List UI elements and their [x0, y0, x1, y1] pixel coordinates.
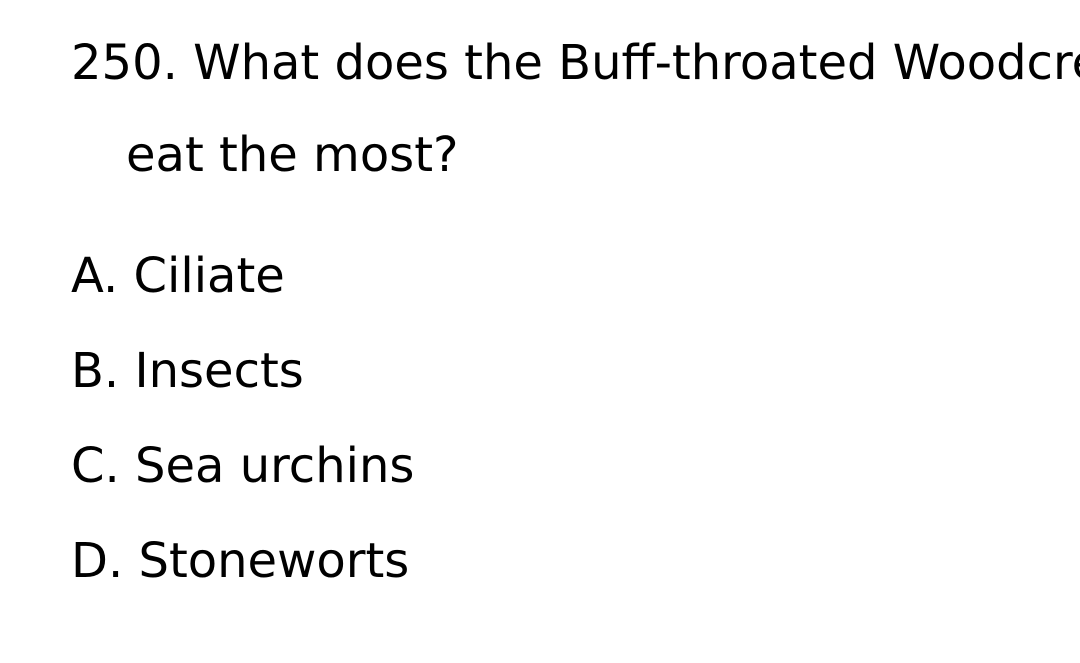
option-d: D. Stoneworts [71, 533, 410, 589]
question-text-line-1: 250. What does the Buff-throated Woodcre… [71, 35, 1080, 91]
option-b: B. Insects [71, 343, 304, 399]
option-a: A. Ciliate [71, 248, 285, 304]
question-page: 250. What does the Buff-throated Woodcr e… [0, 0, 1080, 663]
question-text-line-2: eat the most? [126, 127, 459, 183]
option-c: C. Sea urchins [71, 438, 415, 494]
